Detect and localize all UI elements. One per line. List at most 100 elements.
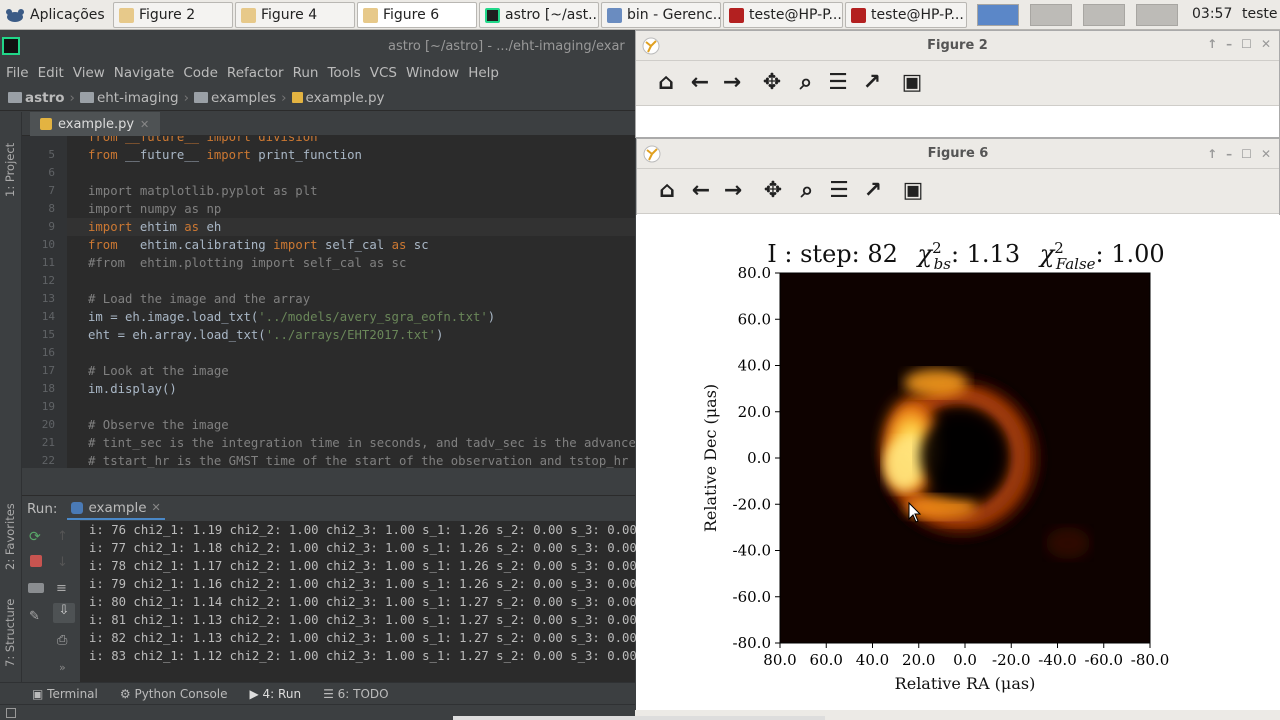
tab-example-py[interactable]: example.py ✕ [30,112,160,136]
code-line: # Load the image and the array [88,290,310,308]
code-line: # Look at the image [88,362,229,380]
maximize-icon[interactable]: ☐ [1241,37,1252,51]
menu-help[interactable]: Help [468,65,499,81]
rerun-icon[interactable]: ⟳ [29,529,45,545]
scroll-to-end-icon[interactable]: ⇩ [53,603,75,623]
save-icon[interactable]: ▣ [900,71,924,95]
home-icon[interactable]: ⌂ [655,179,679,203]
back-arrow-icon[interactable]: ← [689,179,713,203]
breadcrumb-astro[interactable]: astro [8,90,65,106]
menu-vcs[interactable]: VCS [370,65,397,81]
breadcrumb-label: examples [211,89,277,106]
heatmap-image[interactable] [780,273,1150,643]
zoom-icon[interactable]: ⌕ [795,179,819,203]
console-line: i: 78 chi2_1: 1.17 chi2_2: 1.00 chi2_3: … [89,559,637,573]
line-number: 13 [41,292,55,305]
task-figure-6[interactable]: Figure 6 [357,2,477,28]
code-editor[interactable]: from __future__ import division from __fu… [67,136,635,468]
menu-code[interactable]: Code [183,65,218,81]
task-file-manager[interactable]: bin - Gerenc... [601,2,721,28]
code-line: im.display() [88,380,177,398]
save-icon[interactable]: ▣ [901,179,925,203]
terminal-tab[interactable]: ▣ Terminal [32,687,98,701]
task-figure-2[interactable]: Figure 2 [113,2,233,28]
task-pycharm[interactable]: astro [~/ast... [479,2,599,28]
pin-icon[interactable]: ✎ [29,609,45,624]
edit-axes-icon[interactable]: ↗ [860,71,884,95]
subplots-icon[interactable]: ☰ [826,71,850,95]
horizontal-scrollbar[interactable] [453,716,825,720]
menu-run[interactable]: Run [293,65,319,81]
todo-tab[interactable]: ☰ 6: TODO [323,687,389,701]
task-figure-4[interactable]: Figure 4 [235,2,355,28]
run-tab[interactable]: ▶ 4: Run [250,687,302,701]
pan-icon[interactable]: ✥ [761,179,785,203]
toggle-tool-windows-icon[interactable] [6,708,16,718]
code-token: # Look at the image [88,364,229,378]
shade-icon[interactable]: ↑ [1207,147,1217,161]
down-arrow-icon[interactable]: ↓ [57,555,73,570]
print-icon[interactable]: ⎙ [57,633,73,648]
project-tool-tab[interactable]: 1: Project [3,143,17,197]
home-icon[interactable]: ⌂ [654,71,678,95]
close-icon[interactable]: ✕ [1261,147,1271,161]
figure-6-titlebar[interactable]: Figure 6 ↑ – ☐ ✕ [637,139,1279,169]
user-label[interactable]: teste [1242,6,1278,22]
close-icon[interactable]: ✕ [152,501,161,514]
menu-window[interactable]: Window [406,65,459,81]
zoom-icon[interactable]: ⌕ [794,71,818,95]
code-token: import [206,148,259,162]
subplots-icon[interactable]: ☰ [827,179,851,203]
console-line: i: 83 chi2_1: 1.12 chi2_2: 1.00 chi2_3: … [89,649,637,663]
structure-tool-tab[interactable]: 7: Structure [3,599,17,667]
line-number: 19 [41,400,55,413]
soft-wrap-icon[interactable]: ≡ [56,581,72,596]
shade-icon[interactable]: ↑ [1207,37,1217,51]
task-terminal-2[interactable]: teste@HP-P... [845,2,967,28]
workspace-3[interactable] [1083,4,1125,26]
workspace-2[interactable] [1030,4,1072,26]
menu-view[interactable]: View [73,65,105,81]
code-token: from [88,238,126,252]
code-token: ) [435,328,444,342]
menu-navigate[interactable]: Navigate [114,65,175,81]
back-arrow-icon[interactable]: ← [688,71,712,95]
stop-icon[interactable] [30,555,42,567]
x-tick-label: 20.0 [902,651,935,669]
workspace-4[interactable] [1136,4,1178,26]
forward-arrow-icon[interactable]: → [721,179,745,203]
minimize-icon[interactable]: – [1226,147,1232,161]
layout-icon[interactable] [28,583,44,593]
breadcrumb-file[interactable]: example.py [291,90,385,106]
applications-menu[interactable]: Aplicações [4,4,105,26]
menu-edit[interactable]: Edit [38,65,64,81]
python-console-tab[interactable]: ⚙ Python Console [120,687,228,701]
task-terminal-1[interactable]: teste@HP-P... [723,2,843,28]
run-console[interactable]: i: 76 chi2_1: 1.19 chi2_2: 1.00 chi2_3: … [80,521,637,682]
breadcrumb-eht-imaging[interactable]: eht-imaging [79,90,179,106]
menu-refactor[interactable]: Refactor [227,65,284,81]
menu-file[interactable]: File [6,65,29,81]
menu-tools[interactable]: Tools [327,65,360,81]
favorites-tool-tab[interactable]: 2: Favorites [3,503,17,570]
x-tick-label: -40.0 [1038,651,1076,669]
folder-icon [79,92,94,103]
close-icon[interactable]: ✕ [140,118,149,131]
up-arrow-icon[interactable]: ↑ [57,529,73,544]
figure-2-titlebar[interactable]: Figure 2 ↑ – ☐ ✕ [636,31,1279,61]
pan-icon[interactable]: ✥ [760,71,784,95]
maximize-icon[interactable]: ☐ [1241,147,1252,161]
minimize-icon[interactable]: – [1226,37,1232,51]
close-icon[interactable]: ✕ [1261,37,1271,51]
breadcrumb-examples[interactable]: examples [194,90,276,106]
edit-axes-icon[interactable]: ↗ [861,179,885,203]
pycharm-logo-icon [2,37,20,55]
figure-6-statusbar [636,693,1280,710]
forward-arrow-icon[interactable]: → [720,71,744,95]
tab-label: 4: Run [262,686,302,701]
run-config-tab[interactable]: example ✕ [67,498,165,520]
chi-bs-value: : 1.13 [951,240,1020,268]
workspace-1[interactable] [977,4,1019,26]
more-icon[interactable]: » [59,661,75,675]
x-tick-label: -80.0 [1131,651,1169,669]
